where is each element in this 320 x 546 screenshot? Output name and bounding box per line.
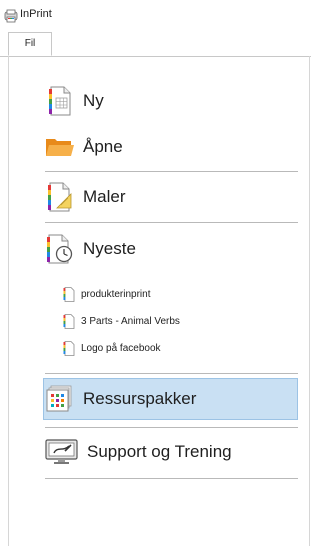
menu-item-new-label: Ny xyxy=(83,91,104,110)
inprint-logo-icon xyxy=(4,9,18,23)
menu-item-support[interactable]: Support og Trening xyxy=(45,437,298,467)
menu-item-open-label: Åpne xyxy=(83,137,123,156)
recent-file-label: produkterinprint xyxy=(81,289,151,300)
app-title: InPrint xyxy=(20,8,52,20)
menu-item-support-label: Support og Trening xyxy=(87,442,232,461)
recent-file-item[interactable]: produkterinprint xyxy=(63,287,150,302)
menu-item-templates-label: Maler xyxy=(83,187,126,206)
template-document-icon xyxy=(45,182,75,212)
menu-item-open[interactable]: Åpne xyxy=(45,132,298,162)
recent-file-item[interactable]: 3 Parts - Animal Verbs xyxy=(63,314,180,329)
document-file-icon xyxy=(63,341,75,356)
folder-icon xyxy=(45,132,75,162)
support-monitor-icon xyxy=(45,437,79,467)
resource-pack-icon xyxy=(45,384,75,414)
new-document-icon xyxy=(45,86,75,116)
menu-item-resources[interactable]: Ressurspakker xyxy=(45,384,298,414)
tab-file[interactable]: Fil xyxy=(8,32,52,56)
separator xyxy=(45,373,298,374)
menu-item-resources-label: Ressurspakker xyxy=(83,389,197,408)
separator xyxy=(45,427,298,428)
separator xyxy=(45,171,298,172)
title-bar: InPrint xyxy=(0,0,311,28)
separator xyxy=(45,222,298,223)
recent-file-item[interactable]: Logo på facebook xyxy=(63,341,161,356)
menu-item-recent[interactable]: Nyeste xyxy=(45,234,298,264)
menu-item-templates[interactable]: Maler xyxy=(45,182,298,212)
clock-document-icon xyxy=(45,234,75,264)
menu-item-recent-label: Nyeste xyxy=(83,239,136,258)
document-file-icon xyxy=(63,287,75,302)
document-file-icon xyxy=(63,314,75,329)
menu-item-new[interactable]: Ny xyxy=(45,86,298,116)
recent-file-label: Logo på facebook xyxy=(81,343,161,354)
backstage-panel xyxy=(8,56,310,546)
recent-file-label: 3 Parts - Animal Verbs xyxy=(81,316,180,327)
separator xyxy=(45,478,298,479)
